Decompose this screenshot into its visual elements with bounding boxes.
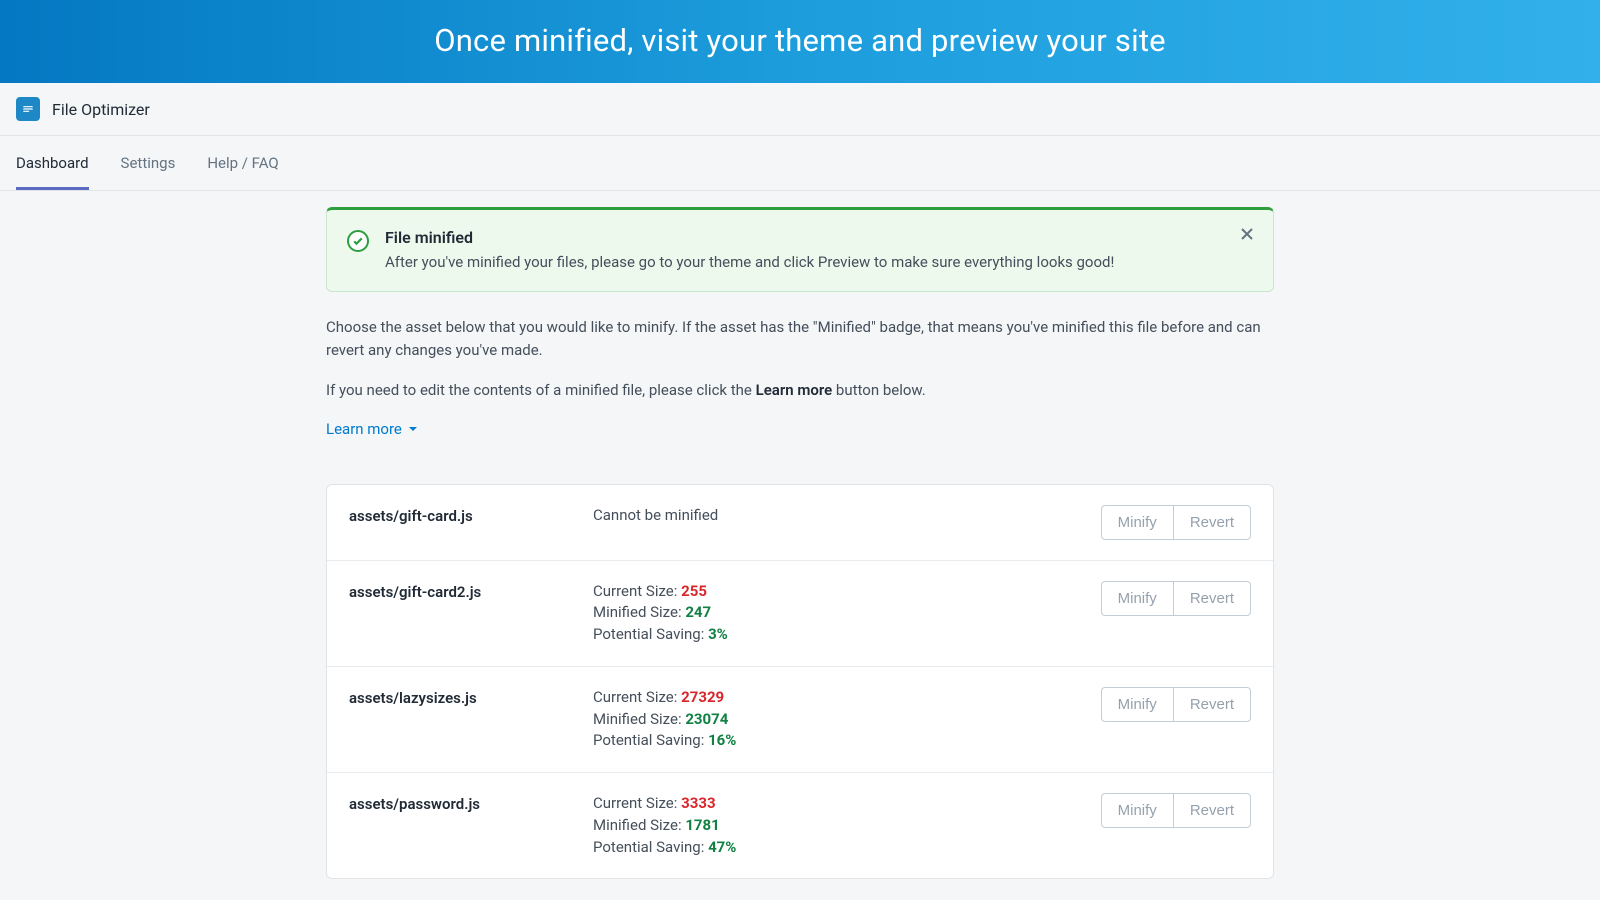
tab-settings[interactable]: Settings — [121, 136, 176, 190]
learn-more-link[interactable]: Learn more — [326, 420, 418, 438]
banner-text: Once minified, visit your theme and prev… — [434, 22, 1166, 59]
minify-button[interactable]: Minify — [1101, 581, 1173, 616]
tab-help[interactable]: Help / FAQ — [207, 136, 278, 190]
row-actions: Minify Revert — [1101, 687, 1251, 722]
minify-button[interactable]: Minify — [1101, 793, 1173, 828]
file-info: Cannot be minified — [593, 505, 1081, 527]
intro-paragraph-2: If you need to edit the contents of a mi… — [326, 379, 1274, 402]
row-actions: Minify Revert — [1101, 793, 1251, 828]
notice-text: After you've minified your files, please… — [385, 253, 1253, 271]
file-name: assets/password.js — [349, 793, 573, 813]
app-icon — [16, 97, 40, 121]
table-row: assets/gift-card.js Cannot be minified M… — [327, 485, 1273, 561]
notice-body: File minified After you've minified your… — [385, 228, 1253, 271]
revert-button[interactable]: Revert — [1173, 687, 1251, 722]
main-content: File minified After you've minified your… — [326, 207, 1274, 899]
file-info: Current Size: 255 Minified Size: 247 Pot… — [593, 581, 1081, 646]
file-info: Current Size: 27329 Minified Size: 23074… — [593, 687, 1081, 752]
tab-dashboard[interactable]: Dashboard — [16, 136, 89, 190]
file-name: assets/lazysizes.js — [349, 687, 573, 707]
table-row: assets/gift-card2.js Current Size: 255 M… — [327, 561, 1273, 667]
file-list: assets/gift-card.js Cannot be minified M… — [326, 484, 1274, 880]
minify-button[interactable]: Minify — [1101, 687, 1173, 722]
tab-bar: Dashboard Settings Help / FAQ — [0, 136, 1600, 191]
notice-title: File minified — [385, 228, 1253, 247]
table-row: assets/password.js Current Size: 3333 Mi… — [327, 773, 1273, 878]
revert-button[interactable]: Revert — [1173, 505, 1251, 540]
success-notice: File minified After you've minified your… — [326, 207, 1274, 292]
row-actions: Minify Revert — [1101, 505, 1251, 540]
cannot-minify-label: Cannot be minified — [593, 506, 718, 524]
revert-button[interactable]: Revert — [1173, 793, 1251, 828]
revert-button[interactable]: Revert — [1173, 581, 1251, 616]
app-title: File Optimizer — [52, 100, 150, 119]
close-icon[interactable] — [1239, 226, 1255, 246]
file-name: assets/gift-card2.js — [349, 581, 573, 601]
app-bar: File Optimizer — [0, 83, 1600, 136]
learn-more-label: Learn more — [326, 420, 402, 438]
check-circle-icon — [347, 230, 369, 252]
row-actions: Minify Revert — [1101, 581, 1251, 616]
file-name: assets/gift-card.js — [349, 505, 573, 525]
minify-button[interactable]: Minify — [1101, 505, 1173, 540]
top-banner: Once minified, visit your theme and prev… — [0, 0, 1600, 83]
table-row: assets/lazysizes.js Current Size: 27329 … — [327, 667, 1273, 773]
intro-paragraph-1: Choose the asset below that you would li… — [326, 316, 1274, 361]
file-info: Current Size: 3333 Minified Size: 1781 P… — [593, 793, 1081, 858]
caret-down-icon — [408, 424, 418, 434]
